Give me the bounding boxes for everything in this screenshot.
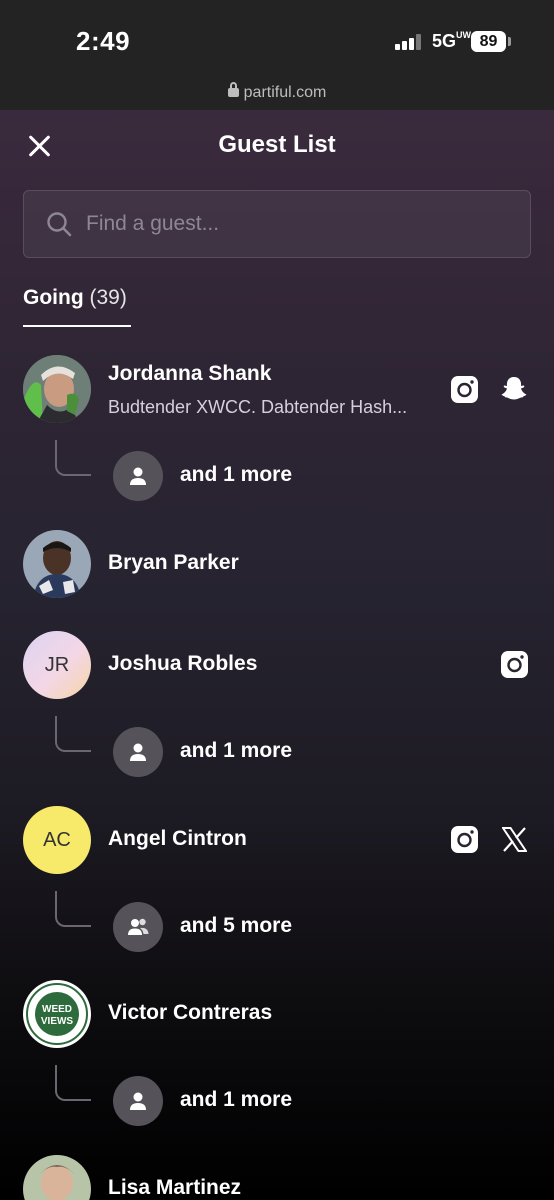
- url-text: partiful.com: [243, 84, 327, 101]
- avatar[interactable]: AC: [23, 806, 91, 874]
- plus-one-label[interactable]: and 5 more: [180, 914, 292, 938]
- x-icon[interactable]: [502, 827, 527, 852]
- avatar[interactable]: [23, 355, 91, 423]
- svg-text:VIEWS: VIEWS: [41, 1016, 74, 1027]
- guest-name[interactable]: Bryan Parker: [108, 551, 239, 575]
- guest-bio: Budtender XWCC. Dabtender Hash...: [108, 397, 408, 417]
- person-icon: [130, 1092, 146, 1110]
- status-time: 2:49: [76, 26, 131, 56]
- plus-one-avatar: [113, 727, 163, 777]
- instagram-icon[interactable]: [501, 651, 528, 678]
- avatar[interactable]: [23, 1155, 91, 1200]
- network-label: 5G: [432, 31, 457, 51]
- plus-one-connector: [55, 716, 91, 752]
- url-bar[interactable]: partiful.com: [0, 82, 554, 102]
- guest-name[interactable]: Jordanna Shank: [108, 362, 271, 386]
- network-indicator: 5GUW: [432, 31, 471, 52]
- weed-views-logo: WEED VIEWS: [24, 981, 90, 1047]
- plus-one-label[interactable]: and 1 more: [180, 739, 292, 763]
- plus-one-label[interactable]: and 1 more: [180, 463, 292, 487]
- guest-list-sheet: Guest List Going (39) Jordanna Shank Bud…: [0, 110, 554, 1200]
- lock-icon: [227, 82, 239, 97]
- signal-icon: [395, 34, 423, 50]
- search-icon: [47, 212, 72, 237]
- status-bar: 2:49 5GUW 89 partiful.com: [0, 0, 554, 110]
- tab-going-count: (39): [89, 286, 127, 309]
- battery-level: 89: [479, 32, 498, 50]
- plus-one-avatar: [113, 902, 163, 952]
- avatar[interactable]: WEED VIEWS: [23, 980, 91, 1048]
- page-title: Guest List: [218, 131, 336, 158]
- avatar[interactable]: JR: [23, 631, 91, 699]
- battery-tip: [508, 37, 511, 46]
- avatar-initials: JR: [44, 653, 70, 676]
- search-input[interactable]: [86, 191, 516, 257]
- guest-name[interactable]: Joshua Robles: [108, 652, 257, 676]
- search-box[interactable]: [23, 190, 531, 258]
- snapchat-icon[interactable]: [500, 375, 528, 403]
- plus-one-label[interactable]: and 1 more: [180, 1088, 292, 1112]
- guest-name[interactable]: Lisa Martinez: [108, 1176, 241, 1200]
- plus-one-avatar: [113, 1076, 163, 1126]
- instagram-icon[interactable]: [451, 376, 478, 403]
- group-icon: [128, 918, 149, 935]
- tab-going-label: Going: [23, 286, 84, 309]
- plus-one-avatar: [113, 451, 163, 501]
- network-badge: UW: [456, 30, 472, 40]
- person-icon: [130, 467, 146, 485]
- tab-going[interactable]: Going (39): [23, 286, 127, 310]
- battery-icon: 89: [471, 31, 506, 52]
- instagram-icon[interactable]: [451, 826, 478, 853]
- avatar-initials: AC: [43, 828, 71, 851]
- plus-one-connector: [55, 1065, 91, 1101]
- guest-name[interactable]: Angel Cintron: [108, 827, 247, 851]
- svg-text:WEED: WEED: [42, 1004, 72, 1015]
- avatar[interactable]: [23, 530, 91, 598]
- person-icon: [130, 743, 146, 761]
- avatar-photo: [23, 355, 91, 423]
- avatar-photo: [23, 530, 91, 598]
- plus-one-connector: [55, 440, 91, 476]
- plus-one-connector: [55, 891, 91, 927]
- guest-name[interactable]: Victor Contreras: [108, 1001, 272, 1025]
- tab-underline: [23, 325, 131, 327]
- avatar-photo: [23, 1155, 91, 1200]
